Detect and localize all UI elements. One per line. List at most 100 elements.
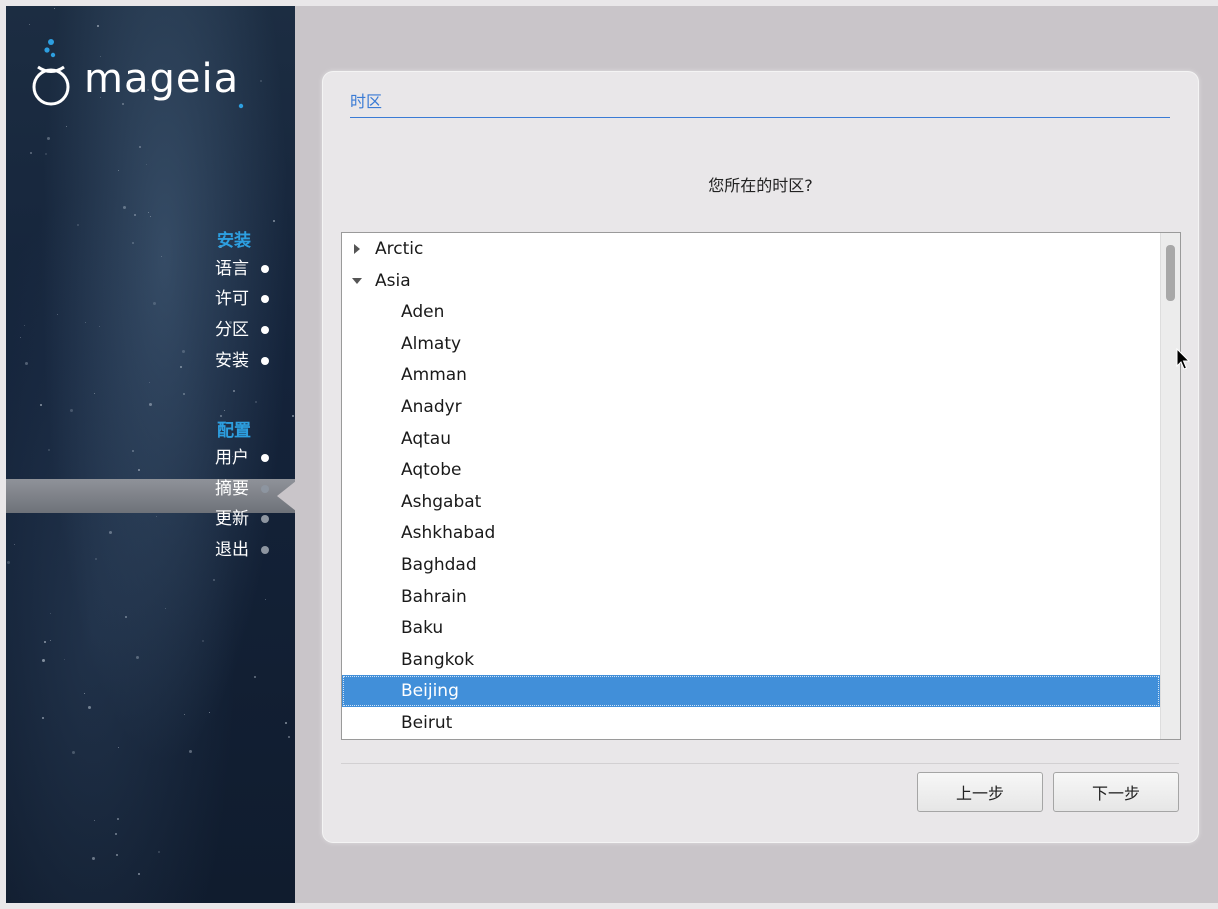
star-dot xyxy=(99,326,100,327)
star-dot xyxy=(118,170,119,171)
star-dot xyxy=(183,393,185,395)
star-dot xyxy=(150,216,151,217)
tree-row-label: Ashkhabad xyxy=(401,523,496,544)
star-dot xyxy=(50,640,51,641)
tree-row-label: Baghdad xyxy=(401,555,477,575)
tree-row-label: Bahrain xyxy=(401,586,467,607)
star-dot xyxy=(72,751,75,754)
star-dot xyxy=(156,516,157,517)
tree-row[interactable]: Amman xyxy=(342,359,1160,391)
star-dot xyxy=(149,403,152,406)
star-dot xyxy=(153,302,156,305)
tree-row-label: Beirut xyxy=(401,713,453,733)
star-dot xyxy=(161,256,162,257)
star-dot xyxy=(40,404,42,406)
star-dot xyxy=(44,641,46,643)
tree-group-row[interactable]: Asia xyxy=(342,265,1160,297)
star-dot xyxy=(85,322,86,323)
star-dot xyxy=(202,640,204,642)
tree-row-label: Baku xyxy=(401,618,444,639)
star-dot xyxy=(132,450,134,452)
star-dot xyxy=(64,659,65,660)
scrollbar-thumb[interactable] xyxy=(1166,245,1175,301)
star-dot xyxy=(136,656,139,659)
nav-section-title-configure: 配置 xyxy=(217,421,251,441)
tree-row-label: Ashgabat xyxy=(401,491,482,512)
star-dot xyxy=(139,146,141,148)
tree-group-row[interactable]: Arctic xyxy=(342,233,1160,265)
tree-row[interactable]: Ashgabat xyxy=(342,486,1160,518)
tree-row[interactable]: Baghdad xyxy=(342,549,1160,581)
star-dot xyxy=(182,350,185,353)
tree-row[interactable]: Anadyr xyxy=(342,391,1160,423)
tree-row[interactable]: Bahrain xyxy=(342,581,1160,613)
star-dot xyxy=(116,854,118,856)
star-dot xyxy=(48,449,50,451)
star-dot xyxy=(209,712,210,713)
tree-row[interactable]: Ashkhabad xyxy=(342,517,1160,549)
tree-row[interactable]: Aden xyxy=(342,296,1160,328)
star-dot xyxy=(213,579,215,581)
nav-item-label: 分区 xyxy=(215,320,249,340)
timezone-tree[interactable]: Arctic Asia Aden Almaty Amman Anadyr Aqtau Aqto… xyxy=(341,232,1181,740)
tree-row[interactable]: Beijing xyxy=(342,675,1160,708)
star-dot xyxy=(255,401,257,403)
tree-row[interactable]: Almaty xyxy=(342,328,1160,360)
star-dot xyxy=(146,164,147,165)
sidebar: mageia 安装 语言 许可 分区 安装 配置 用户 摘要 更新 退出 xyxy=(6,6,295,903)
nav-item-summary: 摘要 xyxy=(215,476,269,502)
star-dot xyxy=(92,857,95,860)
star-dot xyxy=(42,659,45,662)
star-dot xyxy=(149,382,150,383)
step-done-dot-icon xyxy=(261,295,269,303)
star-dot xyxy=(66,126,67,127)
star-dot xyxy=(123,206,126,209)
tree-row[interactable]: Baku xyxy=(342,612,1160,644)
tree-row[interactable]: Aqtobe xyxy=(342,454,1160,486)
expander-right-icon[interactable] xyxy=(354,244,360,254)
star-dot xyxy=(285,722,287,724)
nav-item-updates: 更新 xyxy=(215,506,269,532)
star-dot xyxy=(148,212,149,213)
nav-item-label: 语言 xyxy=(215,259,249,279)
timezone-question: 您所在的时区? xyxy=(708,176,813,195)
star-dot xyxy=(288,736,290,738)
nav-item-language: 语言 xyxy=(215,256,269,282)
star-dot xyxy=(7,561,10,564)
panel-title: 时区 xyxy=(350,92,383,111)
step-pending-dot-icon xyxy=(261,515,269,523)
tree-row-label: Beijing xyxy=(401,681,459,702)
step-done-dot-icon xyxy=(261,265,269,273)
star-dot xyxy=(97,25,99,27)
tree-row-label: Aqtobe xyxy=(401,460,462,481)
star-dot xyxy=(14,544,15,545)
star-dot xyxy=(47,137,50,140)
expander-down-icon[interactable] xyxy=(352,277,362,284)
tree-row[interactable]: Bangkok xyxy=(342,644,1160,676)
star-dot xyxy=(117,818,119,820)
timezone-panel: 时区 您所在的时区? Arctic Asia Aden Almaty Amman Anad… xyxy=(323,72,1198,842)
star-dot xyxy=(77,224,79,226)
star-dot xyxy=(42,717,44,719)
tree-row[interactable]: Beirut xyxy=(342,707,1160,739)
nav-item-label: 更新 xyxy=(215,509,249,529)
tree-row[interactable]: Aqtau xyxy=(342,423,1160,455)
tree-row-label: Aden xyxy=(401,302,445,323)
next-button[interactable]: 下一步 xyxy=(1053,772,1179,812)
star-dot xyxy=(273,220,275,222)
timezone-tree-scrollbar[interactable] xyxy=(1160,233,1180,739)
nav-item-label: 许可 xyxy=(215,289,249,309)
nav-item-exit: 退出 xyxy=(215,537,269,563)
nav-item-label: 安装 xyxy=(215,351,249,371)
tree-row-label: Amman xyxy=(401,365,467,386)
star-dot xyxy=(94,393,95,394)
step-done-dot-icon xyxy=(261,326,269,334)
previous-button[interactable]: 上一步 xyxy=(917,772,1043,812)
panel-title-divider xyxy=(350,117,1170,118)
star-dot xyxy=(265,599,266,600)
nav-item-partition: 分区 xyxy=(215,317,269,343)
window-frame-bottom xyxy=(0,903,1218,909)
step-pending-dot-icon xyxy=(261,546,269,554)
star-dot xyxy=(132,242,134,244)
nav-active-pointer xyxy=(277,477,295,515)
